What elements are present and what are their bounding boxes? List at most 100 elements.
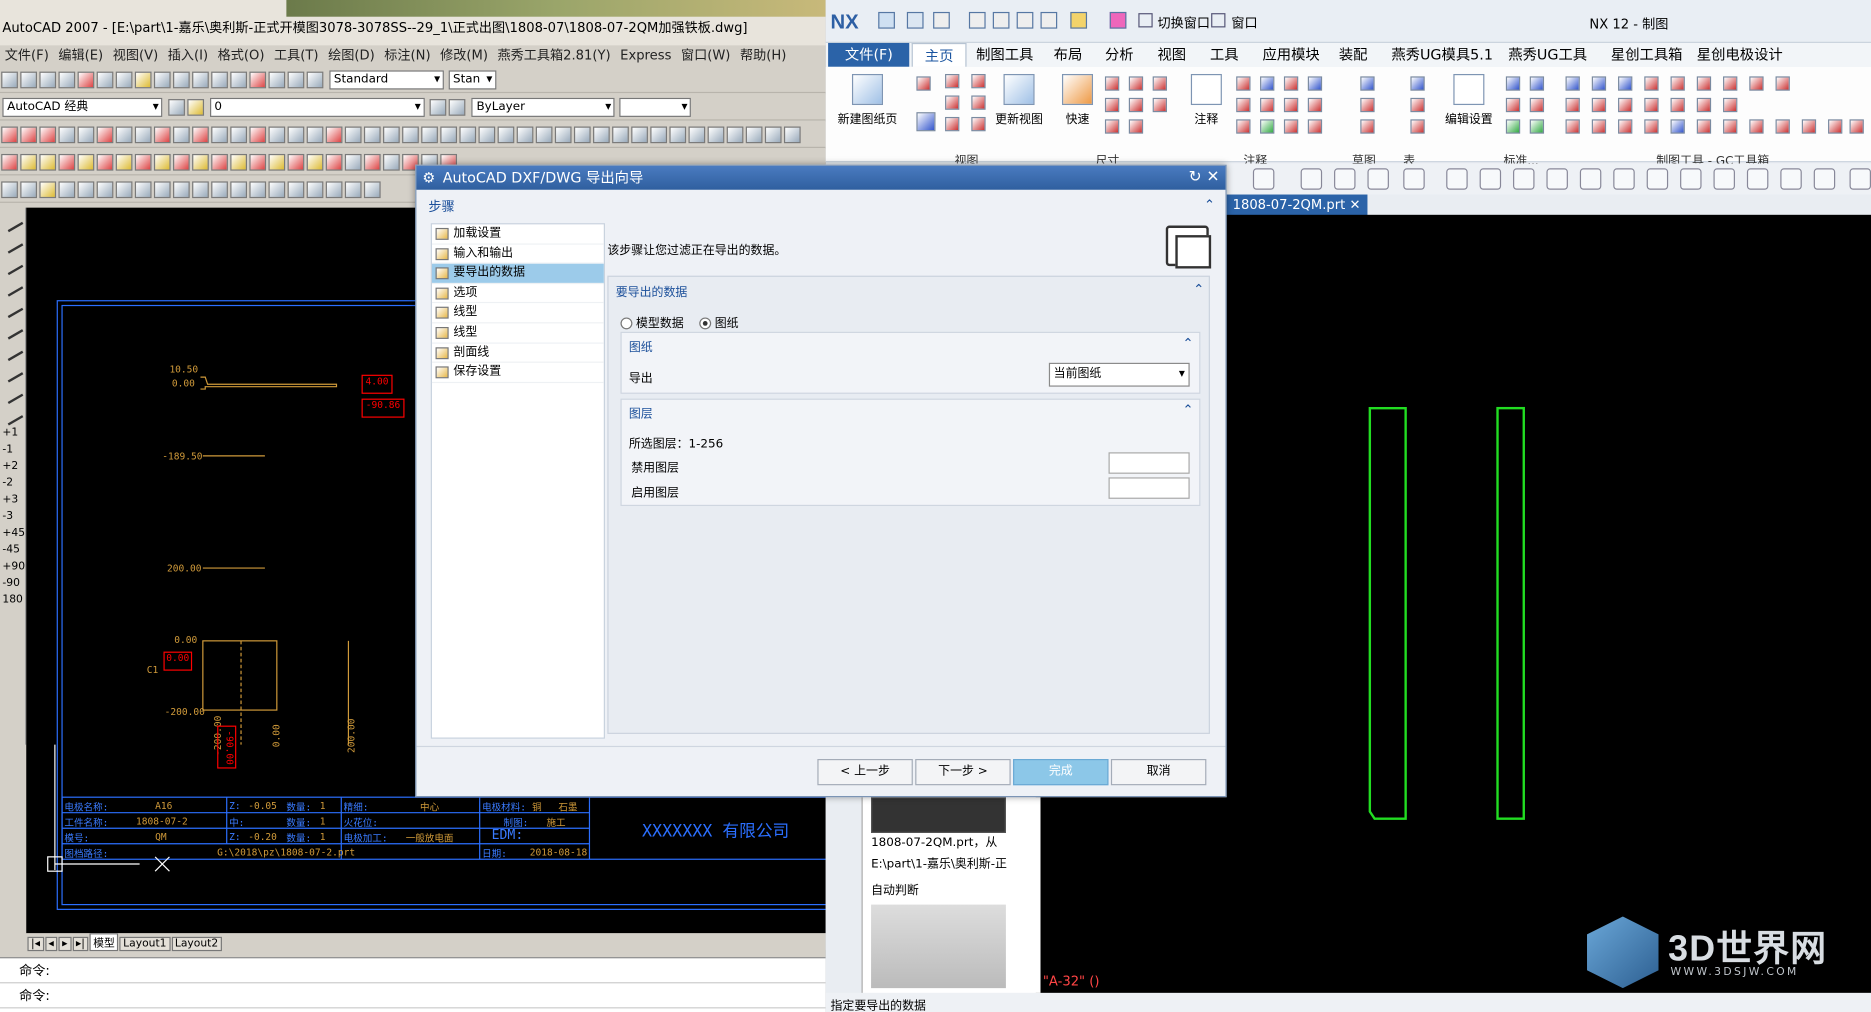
view-icon[interactable] [916, 112, 936, 132]
tab-yanxiu-tools[interactable]: 燕秀UG工具 [1508, 43, 1587, 67]
tool-icon[interactable] [115, 126, 133, 144]
gc-tool-icon[interactable] [1670, 76, 1685, 91]
print-icon[interactable] [58, 71, 76, 89]
tool-icon[interactable] [249, 153, 267, 171]
standard-icon[interactable] [1529, 119, 1545, 134]
tool-icon[interactable] [39, 126, 57, 144]
rotate-minus45[interactable]: -45 [2, 544, 22, 556]
tool-icon[interactable] [344, 126, 362, 144]
step-hatch[interactable]: 剖面线 [431, 343, 604, 363]
tool-icon[interactable] [20, 181, 37, 199]
tool-icon[interactable] [1, 153, 18, 171]
menu-dimension[interactable]: 标注(N) [379, 45, 435, 64]
tool-icon[interactable] [726, 126, 744, 144]
paste-icon[interactable] [115, 71, 133, 89]
tab-model[interactable]: 模型 [89, 933, 119, 952]
step-options[interactable]: 选项 [431, 284, 604, 304]
edit-settings-button[interactable]: 编辑设置 [1441, 73, 1496, 127]
redo-icon[interactable] [933, 11, 950, 29]
quick-dim-button[interactable]: 快速 [1060, 73, 1096, 127]
workspace-select[interactable]: AutoCAD 经典 [2, 97, 163, 117]
view-icon[interactable] [945, 116, 960, 132]
step-linetype-2[interactable]: 线型 [431, 323, 604, 344]
nav-last[interactable]: ▸| [72, 936, 89, 952]
menu-express[interactable]: Express [615, 48, 676, 64]
rotate-minus1[interactable]: -1 [2, 444, 22, 456]
tool-icon[interactable] [268, 181, 286, 199]
linetype-select[interactable]: ByLayer [471, 97, 615, 117]
annotation-icon[interactable] [1236, 76, 1251, 91]
copy-icon[interactable] [992, 11, 1010, 29]
tab-layout2[interactable]: Layout2 [171, 936, 222, 952]
switch-window-icon[interactable] [1138, 13, 1153, 28]
tool-icon[interactable] [421, 126, 438, 144]
calculator-icon[interactable] [287, 71, 305, 89]
rotate-plus1[interactable]: +1 [2, 427, 22, 439]
snap-icon[interactable] [1479, 168, 1502, 190]
layer-state-icon[interactable] [187, 99, 204, 116]
open-icon[interactable] [20, 71, 37, 89]
table-icon[interactable] [1410, 119, 1425, 134]
dim-icon[interactable] [1152, 76, 1167, 91]
tool-icon[interactable] [783, 126, 801, 144]
tool-icon[interactable] [344, 181, 362, 199]
lineweight-select[interactable] [619, 97, 692, 117]
tool-icon[interactable] [153, 126, 171, 144]
save-icon[interactable] [39, 71, 57, 89]
disabled-layers-input[interactable] [1108, 452, 1190, 474]
line-icon[interactable] [0, 359, 24, 383]
tool-icon[interactable] [631, 126, 648, 144]
gc-tool-icon[interactable] [1644, 97, 1659, 113]
tool-icon[interactable] [268, 153, 286, 171]
tool-icon[interactable] [306, 181, 324, 199]
note-button[interactable]: 注释 [1186, 73, 1227, 127]
tool-icon[interactable] [211, 126, 228, 144]
paste-icon[interactable] [1016, 11, 1034, 29]
gc-tool-icon[interactable] [1591, 119, 1607, 134]
tool-icon[interactable] [707, 126, 725, 144]
gc-tool-icon[interactable] [1775, 119, 1790, 134]
text-style-select[interactable]: Standard [329, 70, 444, 90]
tab-view[interactable]: 视图 [1157, 43, 1186, 67]
close-icon[interactable]: ✕ [1349, 197, 1360, 213]
tool-icon[interactable] [516, 126, 534, 144]
menu-file[interactable]: 文件(F) [0, 45, 54, 64]
standard-icon[interactable] [1505, 119, 1521, 134]
sketch-icon[interactable] [1360, 97, 1375, 113]
gc-tool-icon[interactable] [1644, 76, 1659, 91]
nav-first[interactable]: |◂ [27, 936, 44, 952]
snap-icon[interactable] [1367, 168, 1389, 190]
step-load-settings[interactable]: 加载设置 [431, 224, 604, 245]
settings-icon[interactable]: ⚙ [422, 166, 435, 190]
dim-style-select[interactable]: Stan [448, 70, 496, 90]
properties-icon[interactable] [249, 71, 267, 89]
tool-icon[interactable] [20, 126, 37, 144]
tool-icon[interactable] [173, 126, 190, 144]
tool-icon[interactable] [230, 153, 248, 171]
standard-icon[interactable] [1505, 97, 1521, 113]
line-icon[interactable] [0, 338, 24, 362]
tool-icon[interactable] [211, 153, 228, 171]
tab-layout1[interactable]: Layout1 [119, 936, 171, 952]
tool-icon[interactable] [287, 181, 305, 199]
collapse-icon[interactable]: ⌃ [1183, 402, 1194, 418]
tool-icon[interactable] [268, 126, 286, 144]
tool-icon[interactable] [77, 126, 95, 144]
line-icon[interactable] [0, 273, 24, 297]
gc-tool-icon[interactable] [1591, 97, 1607, 113]
annotation-icon[interactable] [1260, 76, 1275, 91]
cancel-button[interactable]: 取消 [1110, 759, 1207, 786]
gc-tool-icon[interactable] [1775, 76, 1790, 91]
snap-icon[interactable] [1849, 168, 1871, 190]
tool-icon[interactable] [669, 126, 687, 144]
menu-modify[interactable]: 修改(M) [435, 45, 492, 64]
undo-icon[interactable] [906, 11, 924, 29]
tool-icon[interactable] [173, 181, 190, 199]
tab-tools[interactable]: 工具 [1210, 43, 1239, 67]
match-properties-icon[interactable] [134, 71, 152, 89]
snap-icon[interactable] [1713, 168, 1735, 190]
tool-icon[interactable] [230, 181, 248, 199]
sketch-icon[interactable] [1360, 119, 1375, 134]
tool-icon[interactable] [1, 181, 18, 199]
cut-icon[interactable] [968, 11, 986, 29]
